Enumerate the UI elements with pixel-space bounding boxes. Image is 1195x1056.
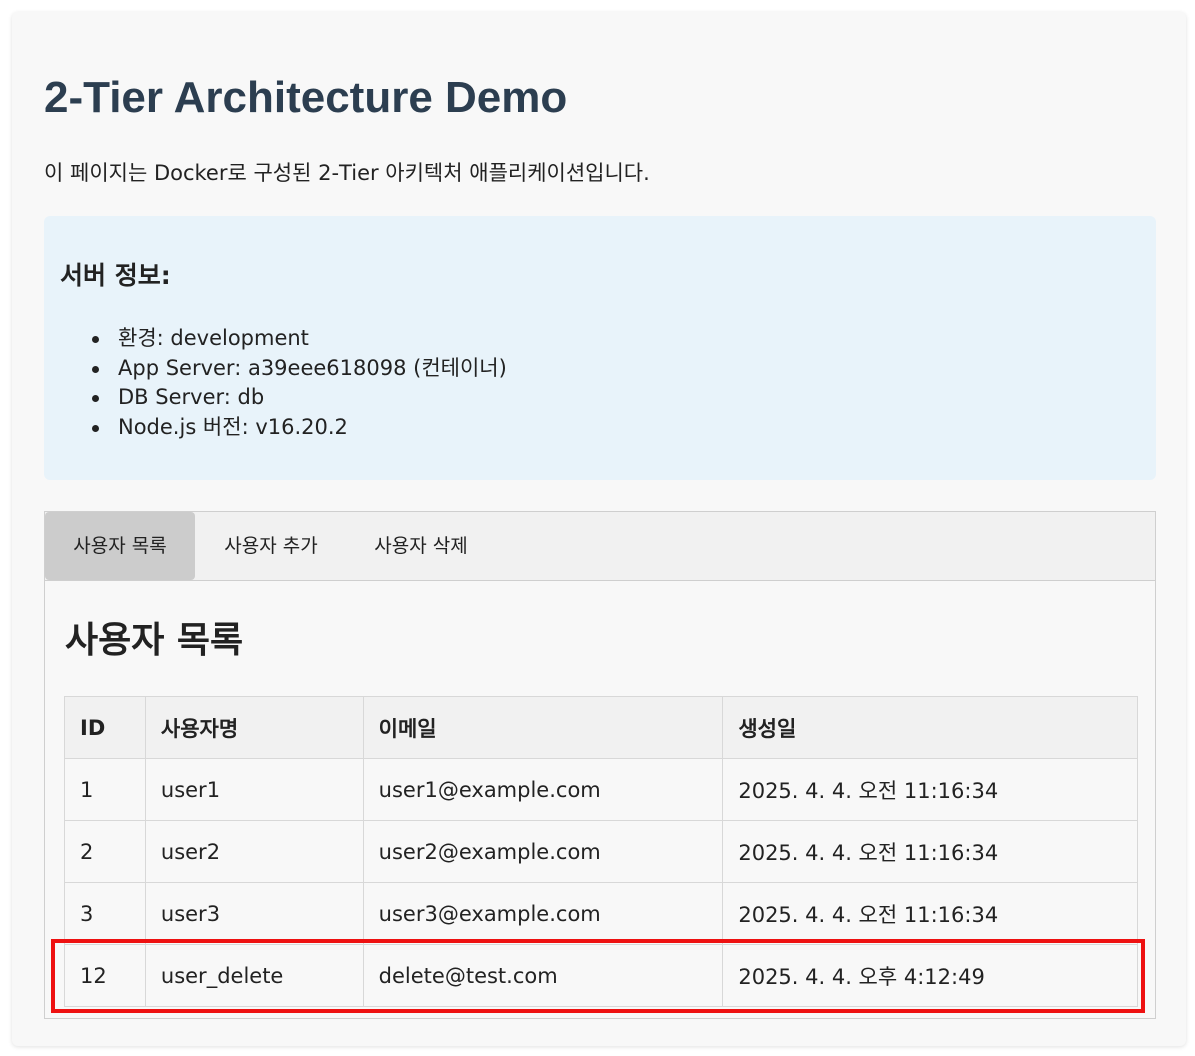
tab-bar: 사용자 목록 사용자 추가 사용자 삭제 — [45, 512, 1155, 581]
column-header-id: ID — [64, 696, 146, 759]
server-info-list: 환경: development App Server: a39eee618098… — [90, 324, 507, 442]
table-row: 1 user1 user1@example.com 2025. 4. 4. 오전… — [64, 758, 1138, 821]
server-info-title: 서버 정보: — [60, 261, 171, 290]
row-highlight-annotation — [51, 939, 1145, 1013]
cell-id: 2 — [64, 820, 146, 883]
cell-email: user2@example.com — [362, 820, 724, 883]
column-header-created: 생성일 — [722, 696, 1138, 759]
page-title: 2-Tier Architecture Demo — [44, 73, 568, 122]
cell-id: 1 — [64, 758, 146, 821]
table-row: 3 user3 user3@example.com 2025. 4. 4. 오전… — [64, 882, 1138, 945]
page-description: 이 페이지는 Docker로 구성된 2-Tier 아키텍처 애플리케이션입니다… — [44, 161, 650, 185]
server-info-item-env: 환경: development — [90, 324, 507, 354]
cell-created: 2025. 4. 4. 오전 11:16:34 — [722, 882, 1138, 945]
cell-email: user3@example.com — [362, 882, 724, 945]
table-header-row: ID 사용자명 이메일 생성일 — [64, 696, 1138, 759]
tab-user-list[interactable]: 사용자 목록 — [45, 512, 195, 580]
server-info-box: 서버 정보: 환경: development App Server: a39ee… — [44, 216, 1156, 480]
column-header-username: 사용자명 — [144, 696, 364, 759]
column-header-email: 이메일 — [362, 696, 724, 759]
server-info-item-db-server: DB Server: db — [90, 383, 507, 413]
cell-email: user1@example.com — [362, 758, 724, 821]
cell-created: 2025. 4. 4. 오전 11:16:34 — [722, 758, 1138, 821]
user-list-title: 사용자 목록 — [65, 620, 244, 661]
cell-id: 3 — [64, 882, 146, 945]
cell-username: user1 — [144, 758, 364, 821]
server-info-item-node-version: Node.js 버전: v16.20.2 — [90, 413, 507, 443]
cell-username: user2 — [144, 820, 364, 883]
tab-add-user[interactable]: 사용자 추가 — [205, 512, 337, 580]
tab-delete-user[interactable]: 사용자 삭제 — [355, 512, 487, 580]
cell-username: user3 — [144, 882, 364, 945]
server-info-item-app-server: App Server: a39eee618098 (컨테이너) — [90, 354, 507, 384]
table-row: 2 user2 user2@example.com 2025. 4. 4. 오전… — [64, 820, 1138, 883]
cell-created: 2025. 4. 4. 오전 11:16:34 — [722, 820, 1138, 883]
